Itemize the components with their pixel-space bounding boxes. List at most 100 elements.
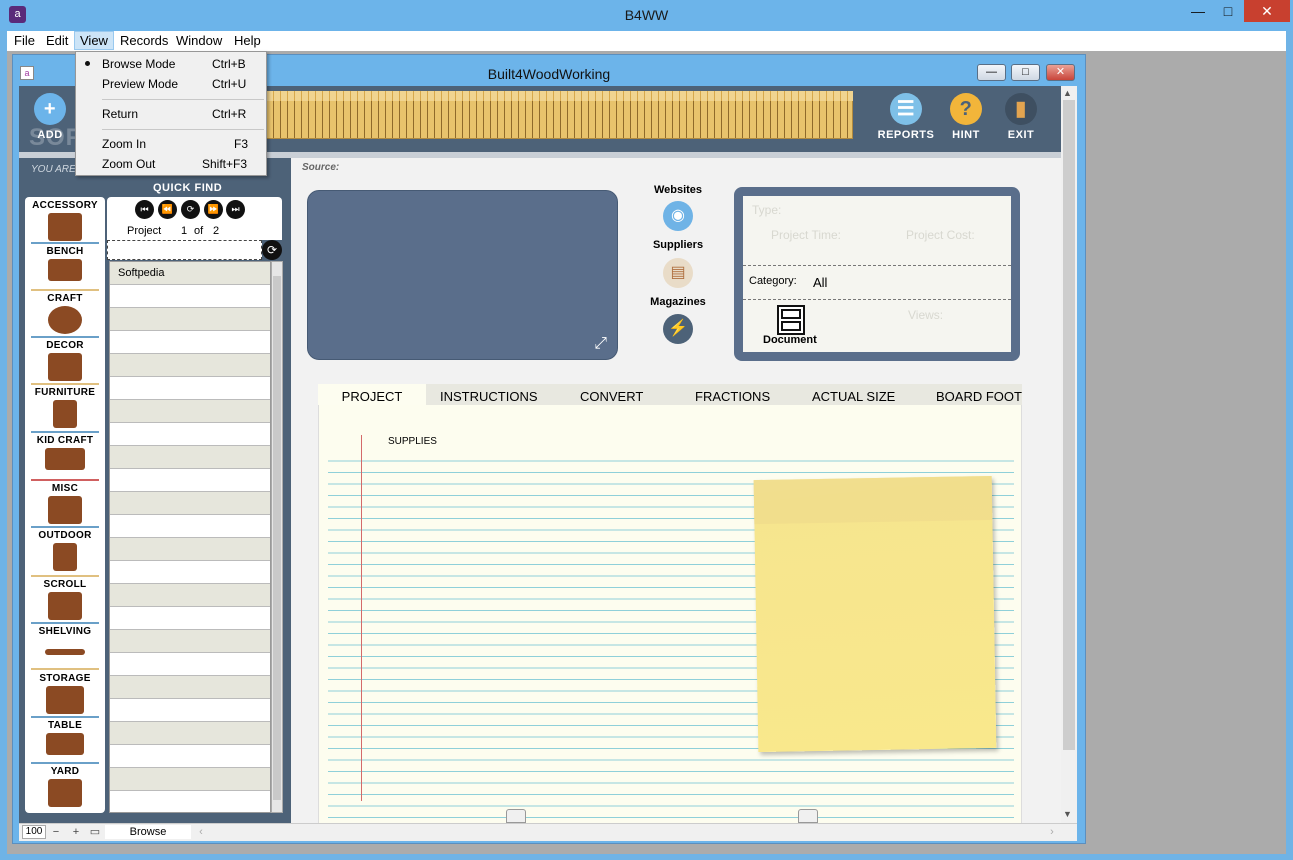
scroll-left-icon[interactable]: ‹: [194, 826, 208, 838]
project-image-area[interactable]: ⤢: [307, 190, 618, 360]
tab-project[interactable]: PROJECT: [318, 384, 426, 406]
category-bench[interactable]: BENCH: [25, 246, 105, 281]
list-item[interactable]: [110, 308, 270, 331]
list-item[interactable]: Softpedia: [110, 262, 270, 285]
list-item[interactable]: [110, 722, 270, 745]
tab-convert[interactable]: CONVERT: [580, 389, 643, 404]
hint-button[interactable]: ? HINT: [946, 93, 986, 141]
list-item[interactable]: [110, 676, 270, 699]
list-item[interactable]: [110, 584, 270, 607]
list-item[interactable]: [110, 492, 270, 515]
quick-find-input[interactable]: [107, 240, 262, 260]
category-storage[interactable]: STORAGE: [25, 673, 105, 714]
list-item[interactable]: [110, 285, 270, 308]
vertical-scroll-thumb[interactable]: [1063, 100, 1075, 750]
list-item[interactable]: [110, 745, 270, 768]
list-item[interactable]: [110, 400, 270, 423]
list-item[interactable]: [110, 699, 270, 722]
scroll-up-icon[interactable]: ▲: [1063, 88, 1072, 98]
list-item[interactable]: [110, 469, 270, 492]
reports-button[interactable]: ☰ REPORTS: [877, 93, 935, 141]
nav-project-label: Project: [127, 225, 162, 237]
next-record-icon[interactable]: ⏩: [204, 200, 223, 219]
reset-filter-icon[interactable]: ⟳: [262, 240, 282, 260]
lightning-icon[interactable]: ⚡: [663, 314, 693, 344]
category-scroll[interactable]: SCROLL: [25, 579, 105, 620]
menu-preview-mode[interactable]: Preview Mode: [102, 77, 178, 91]
filing-cabinet-icon[interactable]: [777, 305, 805, 335]
menu-zoom-in[interactable]: Zoom In: [102, 137, 146, 151]
category-table[interactable]: TABLE: [25, 720, 105, 755]
list-item[interactable]: [110, 331, 270, 354]
doc-close-button[interactable]: ✕: [1046, 64, 1075, 81]
category-shelving[interactable]: SHELVING: [25, 626, 105, 655]
list-item[interactable]: [110, 768, 270, 791]
checkbox[interactable]: [798, 809, 818, 823]
zoom-out-icon[interactable]: −: [49, 826, 63, 838]
basket-icon[interactable]: ▤: [663, 258, 693, 288]
doc-minimize-button[interactable]: —: [977, 64, 1006, 81]
list-scrollbar[interactable]: [271, 261, 283, 813]
menu-view[interactable]: View: [74, 31, 114, 50]
list-item[interactable]: [110, 630, 270, 653]
menu-window[interactable]: Window: [176, 33, 222, 48]
menu-file[interactable]: File: [14, 33, 35, 48]
list-item[interactable]: [110, 515, 270, 538]
list-item[interactable]: [110, 607, 270, 630]
list-scroll-thumb[interactable]: [273, 276, 281, 800]
toggle-status-icon[interactable]: ▭: [88, 826, 102, 838]
tab-actual-size[interactable]: ACTUAL SIZE: [812, 389, 895, 404]
maximize-button[interactable]: □: [1213, 0, 1243, 22]
tab-board-foot[interactable]: BOARD FOOT: [936, 389, 1022, 404]
dresser-icon: [53, 400, 77, 428]
expand-icon[interactable]: ⤢: [594, 335, 607, 353]
tab-fractions[interactable]: FRACTIONS: [695, 389, 770, 404]
list-item[interactable]: [110, 561, 270, 584]
shortcut-preview-mode: Ctrl+U: [212, 77, 247, 91]
close-button[interactable]: ✕: [1244, 0, 1290, 22]
globe-icon[interactable]: ◉: [663, 201, 693, 231]
category-kid-craft[interactable]: KID CRAFT: [25, 435, 105, 470]
first-record-icon[interactable]: ⏮: [135, 200, 154, 219]
list-item[interactable]: [110, 354, 270, 377]
category-yard[interactable]: YARD: [25, 766, 105, 807]
category-value[interactable]: All: [813, 275, 827, 290]
list-item[interactable]: [110, 423, 270, 446]
category-furniture[interactable]: FURNITURE: [25, 387, 105, 428]
last-record-icon[interactable]: ⏭: [226, 200, 245, 219]
list-item[interactable]: [110, 446, 270, 469]
list-item[interactable]: [110, 377, 270, 400]
zoom-in-icon[interactable]: +: [69, 826, 83, 838]
doc-restore-button[interactable]: □: [1011, 64, 1040, 81]
minimize-button[interactable]: —: [1183, 0, 1213, 22]
category-misc[interactable]: MISC: [25, 483, 105, 524]
list-item[interactable]: [110, 538, 270, 561]
exit-button[interactable]: ▮ EXIT: [1001, 93, 1041, 141]
list-item[interactable]: [110, 653, 270, 676]
checkbox[interactable]: [506, 809, 526, 823]
door-icon: ▮: [1005, 93, 1037, 125]
sticky-note[interactable]: [753, 475, 997, 753]
category-craft[interactable]: CRAFT: [25, 293, 105, 334]
category-label: CRAFT: [47, 293, 83, 304]
scroll-down-icon[interactable]: ▼: [1063, 809, 1072, 819]
window-title: B4WW: [624, 7, 669, 23]
supplies-label: SUPPLIES: [388, 436, 437, 447]
tab-instructions[interactable]: INSTRUCTIONS: [440, 389, 538, 404]
menu-records[interactable]: Records: [120, 33, 168, 48]
category-decor[interactable]: DECOR: [25, 340, 105, 381]
menu-browse-mode[interactable]: Browse Mode: [102, 57, 175, 71]
category-accessory[interactable]: ACCESSORY: [25, 200, 105, 241]
menu-help[interactable]: Help: [234, 33, 261, 48]
refresh-icon[interactable]: ⟳: [181, 200, 200, 219]
menu-return[interactable]: Return: [102, 107, 138, 121]
mode-indicator[interactable]: Browse: [105, 825, 191, 839]
sunburst-icon: [48, 592, 82, 620]
menu-zoom-out[interactable]: Zoom Out: [102, 157, 155, 171]
category-label: KID CRAFT: [36, 435, 94, 446]
previous-record-icon[interactable]: ⏪: [158, 200, 177, 219]
menu-edit[interactable]: Edit: [46, 33, 68, 48]
zoom-level[interactable]: 100: [22, 825, 46, 839]
category-outdoor[interactable]: OUTDOOR: [25, 530, 105, 571]
scroll-right-icon[interactable]: ›: [1045, 826, 1059, 838]
